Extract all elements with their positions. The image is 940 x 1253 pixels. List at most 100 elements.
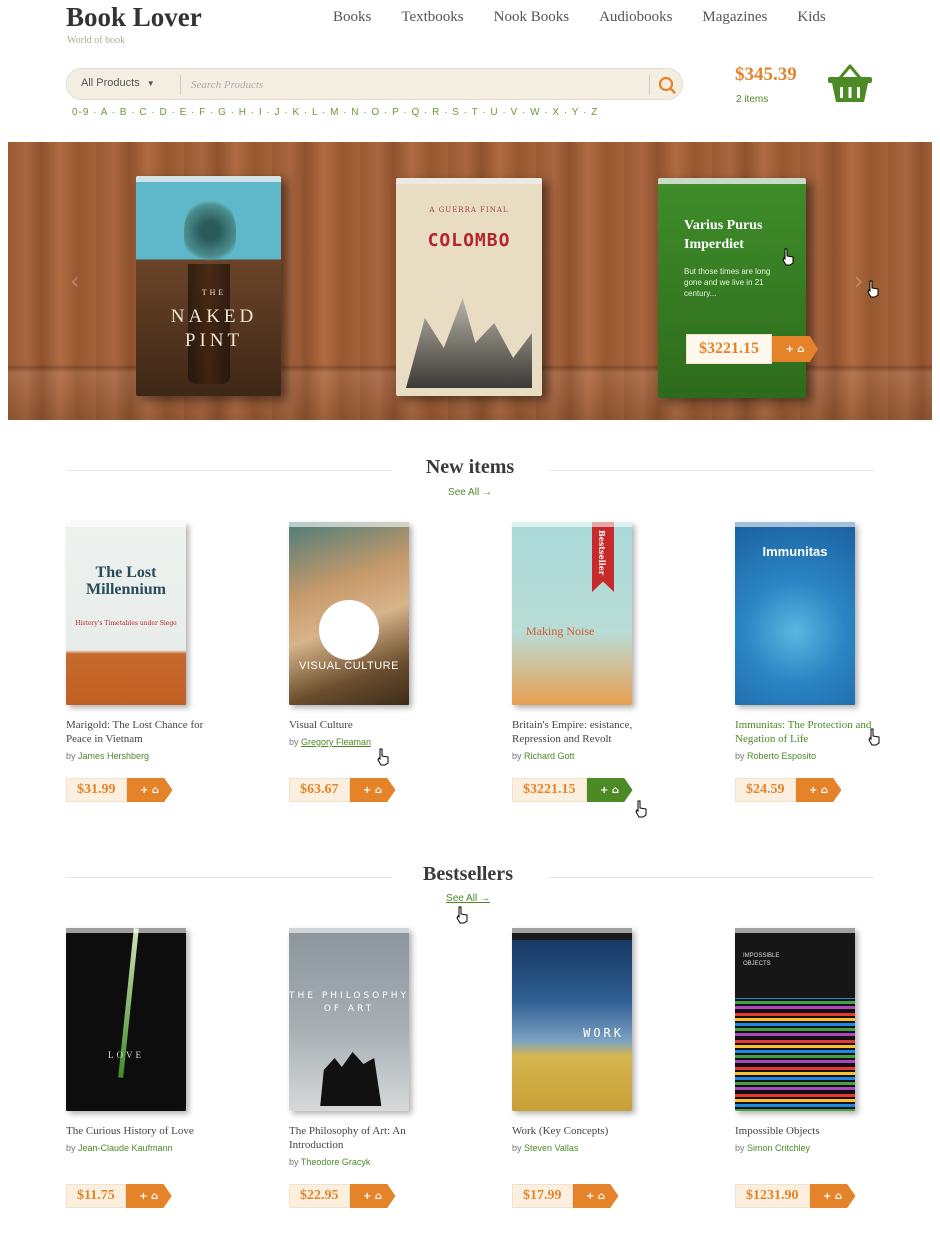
carousel-prev-arrow[interactable]: ‹: [70, 267, 80, 295]
product-cover[interactable]: WORK: [512, 928, 632, 1111]
author-link[interactable]: Gregory Fleaman: [301, 737, 371, 747]
price-tag: $31.99 + ⌂: [66, 778, 173, 802]
product-card[interactable]: VISUAL CULTURE Visual Culture by Gregory…: [289, 522, 489, 802]
product-title[interactable]: The Philosophy of Art: An Introduction: [289, 1124, 439, 1152]
author-prefix: by: [512, 1143, 525, 1153]
section-divider: [548, 470, 874, 471]
featured-price-tag: $3221.15 + ⌂: [686, 334, 818, 364]
add-to-cart-button[interactable]: + ⌂: [572, 1184, 619, 1208]
product-card[interactable]: The Lost Millennium History's Timetables…: [66, 522, 266, 802]
cover-title: VISUAL CULTURE: [299, 660, 399, 672]
nav-kids[interactable]: Kids: [797, 9, 825, 26]
hand-cursor-icon: [456, 906, 468, 924]
product-card[interactable]: IMPOSSIBLE OBJECTS Impossible Objects by…: [735, 928, 935, 1208]
price-tag: $24.59 + ⌂: [735, 778, 842, 802]
product-price: $3221.15: [512, 778, 587, 802]
product-cover[interactable]: LOVE: [66, 928, 186, 1111]
add-to-cart-button[interactable]: + ⌂: [586, 778, 633, 802]
product-card[interactable]: WORK Work (Key Concepts) by Steven Valla…: [512, 928, 712, 1208]
product-title[interactable]: Britain's Empire: esistance, Repression …: [512, 718, 672, 746]
product-card[interactable]: Bestseller Making Noise Britain's Empire…: [512, 522, 712, 818]
product-card[interactable]: THE PHILOSOPHY OF ART The Philosophy of …: [289, 928, 489, 1208]
product-cover[interactable]: Immunitas: [735, 522, 855, 705]
author-link[interactable]: James Hershberg: [78, 751, 149, 761]
price-tag: $1231.90 + ⌂: [735, 1184, 856, 1208]
add-to-cart-button[interactable]: + ⌂: [125, 1184, 172, 1208]
product-author: by Roberto Esposito: [735, 751, 935, 761]
product-cover[interactable]: THE PHILOSOPHY OF ART: [289, 928, 409, 1111]
search-bar: All Products ▼: [66, 68, 683, 100]
product-cover[interactable]: VISUAL CULTURE: [289, 522, 409, 705]
author-prefix: by: [735, 1143, 748, 1153]
product-title[interactable]: The Curious History of Love: [66, 1124, 226, 1138]
cart-items-count[interactable]: 2 items: [736, 94, 768, 105]
price-tag: $22.95 + ⌂: [289, 1184, 396, 1208]
cover-title-line: PINT: [184, 330, 244, 351]
author-link[interactable]: Simon Critchley: [747, 1143, 810, 1153]
featured-book-cover-title: COLOMBO: [427, 230, 511, 251]
add-to-cart-button[interactable]: + ⌂: [349, 1184, 396, 1208]
product-title[interactable]: Marigold: The Lost Chance for Peace in V…: [66, 718, 226, 746]
bestseller-ribbon: Bestseller: [592, 522, 614, 592]
product-title[interactable]: Work (Key Concepts): [512, 1124, 672, 1138]
product-title[interactable]: Impossible Objects: [735, 1124, 895, 1138]
cover-illustration: [320, 1052, 382, 1106]
nav-books[interactable]: Books: [333, 9, 371, 26]
cart-total[interactable]: $345.39: [735, 64, 797, 86]
product-cover[interactable]: The Lost Millennium History's Timetables…: [66, 522, 186, 705]
author-prefix: by: [512, 751, 525, 761]
author-link[interactable]: Richard Gott: [524, 751, 575, 761]
site-tagline: World of book: [67, 35, 126, 46]
product-author: by Gregory Fleaman: [289, 737, 489, 747]
nav-nook-books[interactable]: Nook Books: [494, 9, 569, 26]
price-tag: $63.67 + ⌂: [289, 778, 396, 802]
cover-title: WORK: [583, 1026, 624, 1040]
featured-book-varius[interactable]: Varius Purus Imperdiet But those times a…: [658, 178, 806, 398]
cover-overlay-circle: [319, 600, 379, 660]
product-cover[interactable]: IMPOSSIBLE OBJECTS: [735, 928, 855, 1111]
new-items-see-all-link[interactable]: See All →: [420, 487, 520, 498]
featured-book-colombo[interactable]: A GUERRA FINAL COLOMBO: [396, 178, 542, 396]
site-logo[interactable]: Book Lover: [66, 2, 202, 33]
featured-book-naked-pint[interactable]: THE NAKED PINT: [136, 176, 281, 396]
category-select-label: All Products: [81, 77, 140, 89]
nav-audiobooks[interactable]: Audiobooks: [599, 9, 672, 26]
hand-cursor-icon: [868, 728, 880, 746]
cover-title: IMPOSSIBLE OBJECTS: [743, 953, 780, 967]
author-prefix: by: [66, 1143, 79, 1153]
product-title[interactable]: Immunitas: The Protection and Negation o…: [735, 718, 885, 746]
nav-textbooks[interactable]: Textbooks: [401, 9, 463, 26]
author-link[interactable]: Jean-Claude Kaufmann: [78, 1143, 173, 1153]
category-select[interactable]: All Products ▼: [81, 77, 155, 89]
cover-title-line: THE: [201, 288, 227, 297]
cover-title: The Lost Millennium: [85, 564, 166, 598]
product-title[interactable]: Visual Culture: [289, 718, 449, 732]
add-to-cart-button[interactable]: + ⌂: [809, 1184, 856, 1208]
carousel-next-arrow[interactable]: ›: [854, 267, 864, 295]
add-to-cart-button[interactable]: + ⌂: [772, 336, 818, 362]
add-to-cart-button[interactable]: + ⌂: [126, 778, 173, 802]
featured-book-description: But those times are long gone and we liv…: [684, 267, 771, 298]
author-link[interactable]: Roberto Esposito: [747, 751, 816, 761]
add-to-cart-button[interactable]: + ⌂: [795, 778, 842, 802]
alphabet-filter[interactable]: 0-9 · A · B · C · D · E · F · G · H · I …: [72, 107, 598, 118]
product-card[interactable]: LOVE The Curious History of Love by Jean…: [66, 928, 266, 1208]
section-divider: [66, 470, 392, 471]
cover-title-line: NAKED: [170, 306, 258, 327]
author-link[interactable]: Theodore Gracyk: [301, 1157, 371, 1167]
basket-icon[interactable]: [826, 62, 874, 104]
search-divider: [649, 75, 650, 95]
nav-magazines[interactable]: Magazines: [702, 9, 767, 26]
bestsellers-see-all-link[interactable]: See All →: [418, 893, 518, 904]
search-input[interactable]: [191, 73, 641, 97]
cover-title: LOVE: [108, 1050, 144, 1060]
product-price: $24.59: [735, 778, 796, 802]
product-card[interactable]: Immunitas Immunitas: The Protection and …: [735, 522, 935, 802]
product-price: $1231.90: [735, 1184, 810, 1208]
author-link[interactable]: Steven Vallas: [524, 1143, 578, 1153]
product-cover[interactable]: Bestseller Making Noise: [512, 522, 632, 705]
search-icon[interactable]: [657, 75, 677, 95]
product-author: by Richard Gott: [512, 751, 712, 761]
search-divider: [180, 75, 181, 95]
add-to-cart-button[interactable]: + ⌂: [349, 778, 396, 802]
